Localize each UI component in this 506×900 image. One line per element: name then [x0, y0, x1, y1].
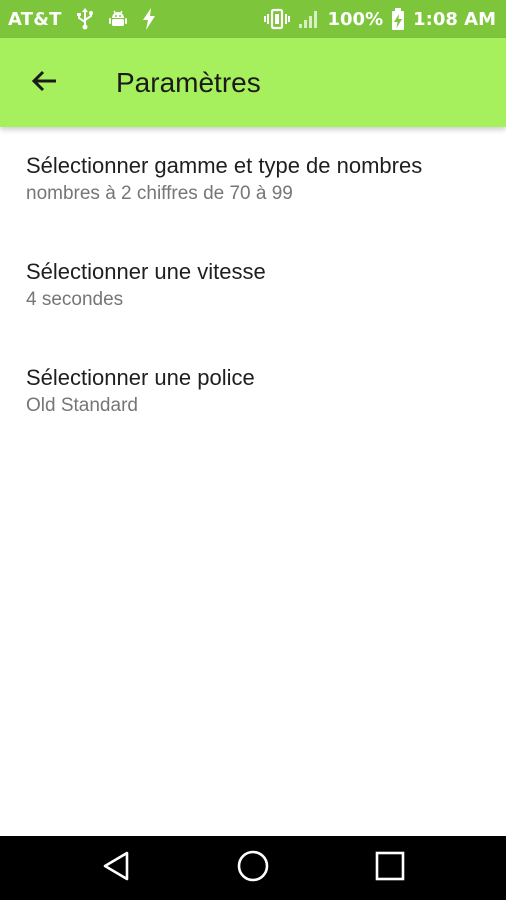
vibrate-icon [263, 8, 290, 30]
app-bar: Paramètres [0, 38, 506, 127]
setting-summary: Old Standard [26, 395, 138, 416]
battery-percent: 100% [327, 8, 384, 30]
back-button[interactable] [22, 64, 66, 102]
home-circle-icon [236, 849, 270, 888]
battery-charging-icon [391, 8, 405, 30]
usb-icon [76, 8, 94, 30]
nav-home-button[interactable] [229, 848, 277, 888]
setting-title: Sélectionner une police [26, 365, 255, 390]
navigation-bar [0, 836, 506, 900]
clock: 1:08 AM [413, 8, 496, 30]
setting-title: Sélectionner une vitesse [26, 259, 266, 284]
back-triangle-icon [101, 850, 131, 887]
setting-summary: 4 secondes [26, 289, 124, 310]
signal-icon [298, 9, 320, 29]
nav-back-button[interactable] [92, 848, 140, 888]
nav-recents-button[interactable] [366, 848, 414, 888]
android-debug-icon [108, 9, 128, 29]
setting-speed[interactable]: Sélectionner une vitesse 4 secondes [0, 233, 506, 337]
charging-bolt-icon [142, 8, 156, 30]
page-title: Paramètres [116, 67, 261, 98]
status-bar: AT&T 100% 1:08 AM [0, 0, 506, 38]
setting-number-range[interactable]: Sélectionner gamme et type de nombres no… [0, 127, 506, 231]
carrier-label: AT&T [8, 8, 62, 30]
setting-font[interactable]: Sélectionner une police Old Standard [0, 339, 506, 443]
setting-summary: nombres à 2 chiffres de 70 à 99 [26, 183, 293, 204]
setting-title: Sélectionner gamme et type de nombres [26, 153, 423, 178]
status-bar-left: AT&T [8, 8, 170, 30]
arrow-back-icon [30, 69, 58, 98]
recents-square-icon [374, 850, 406, 887]
status-bar-right: 100% 1:08 AM [256, 8, 496, 30]
